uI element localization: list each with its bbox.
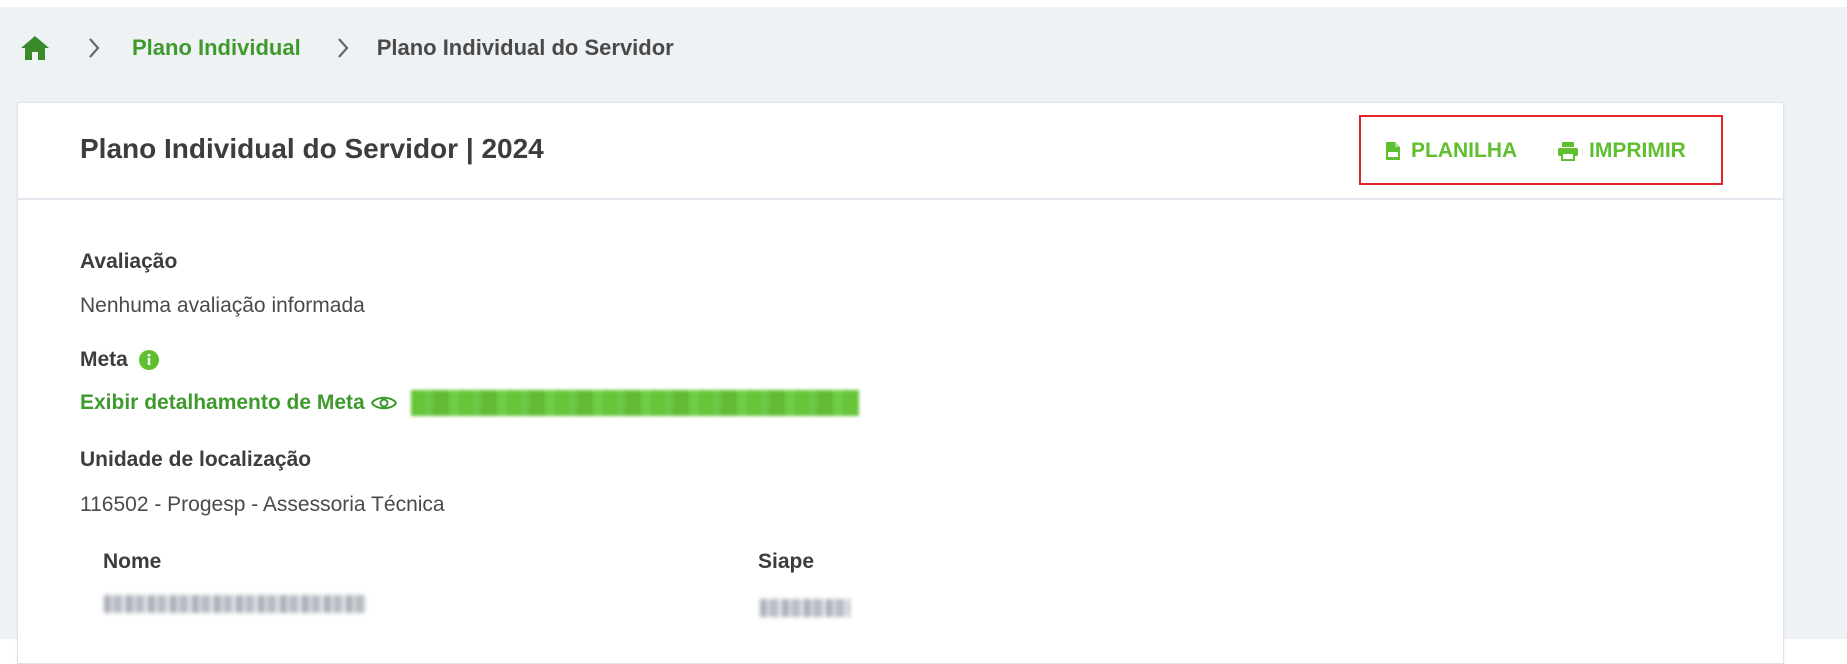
meta-detail-row: Exibir detalhamento de Meta — [80, 390, 859, 416]
info-icon[interactable] — [138, 349, 160, 371]
redacted-meta-text — [410, 390, 859, 416]
meta-label-row: Meta — [80, 348, 160, 372]
imprimir-button[interactable]: IMPRIMIR — [1557, 139, 1686, 163]
imprimir-label: IMPRIMIR — [1589, 139, 1686, 162]
breadcrumb-current: Plano Individual do Servidor — [376, 35, 674, 60]
chevron-right-icon — [323, 37, 363, 59]
breadcrumb: Plano Individual Plano Individual do Ser… — [18, 28, 674, 68]
meta-detail-link[interactable]: Exibir detalhamento de Meta — [80, 391, 365, 415]
actions-highlight-box: PLANILHA IMPRIMIR — [1359, 115, 1723, 185]
avaliacao-value: Nenhuma avaliação informada — [80, 294, 365, 317]
unidade-value: 116502 - Progesp - Assessoria Técnica — [80, 493, 445, 516]
redacted-siape-value — [760, 599, 850, 617]
home-icon[interactable] — [18, 33, 52, 63]
page-title: Plano Individual do Servidor | 2024 — [80, 133, 544, 164]
chevron-right-icon — [74, 37, 114, 59]
card-header: Plano Individual do Servidor | 2024 PLAN… — [18, 103, 1783, 200]
redacted-nome-value — [104, 595, 366, 613]
plan-card: Plano Individual do Servidor | 2024 PLAN… — [17, 102, 1784, 664]
planilha-label: PLANILHA — [1411, 139, 1518, 162]
avaliacao-label: Avaliação — [80, 250, 178, 273]
unidade-label: Unidade de localização — [80, 448, 312, 471]
column-header-nome: Nome — [103, 550, 162, 573]
column-header-siape: Siape — [758, 550, 815, 573]
eye-icon[interactable] — [370, 394, 397, 412]
csv-file-icon — [1385, 141, 1401, 161]
printer-icon — [1557, 141, 1579, 161]
breadcrumb-link-plano-individual[interactable]: Plano Individual — [132, 35, 301, 61]
planilha-button[interactable]: PLANILHA — [1385, 139, 1517, 163]
meta-label: Meta — [80, 348, 128, 371]
